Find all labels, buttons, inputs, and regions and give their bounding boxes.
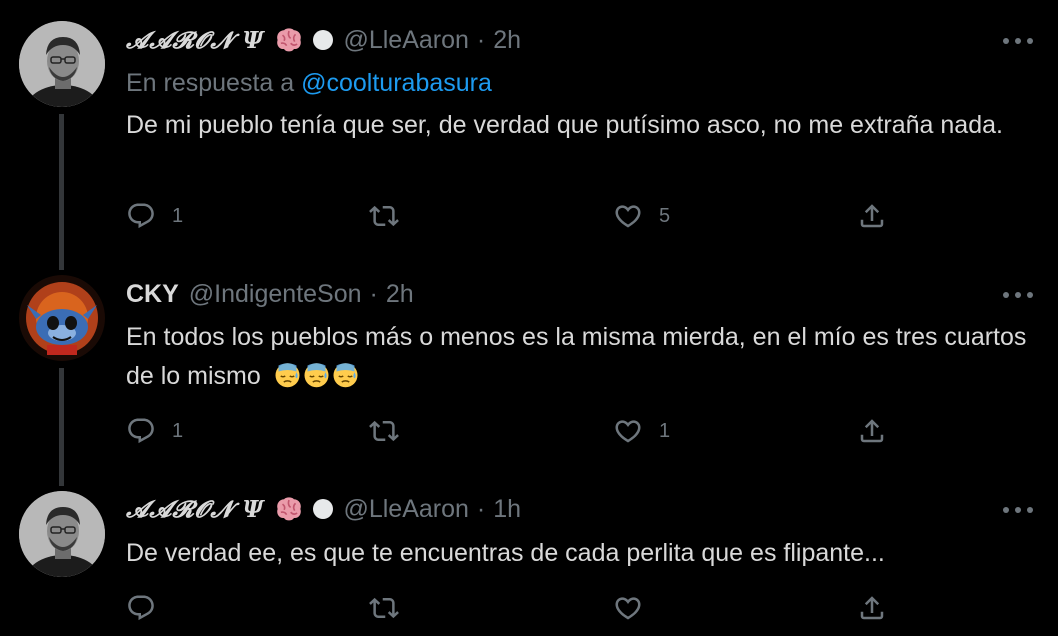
tweet-header: CKY @IndigenteSon · 2h xyxy=(126,279,414,309)
user-handle[interactable]: @LleAaron xyxy=(343,26,468,55)
white-circle-icon xyxy=(313,499,334,519)
avatar-image xyxy=(19,275,105,361)
avatar[interactable] xyxy=(19,491,105,577)
brain-emoji-icon xyxy=(274,27,304,53)
tweet-thread: 𝓐𝓐𝓡𝓞𝓝 Ψ @LleAaron · 2h En respuesta a @c… xyxy=(0,0,1058,636)
retweet-icon xyxy=(369,201,399,231)
separator-dot: · xyxy=(476,494,486,523)
reply-count: 1 xyxy=(172,204,184,227)
reply-context: En respuesta a @coolturabasura xyxy=(126,69,492,98)
retweet-button[interactable] xyxy=(369,591,415,625)
like-button[interactable]: 5 xyxy=(613,199,670,233)
avatar-image xyxy=(19,491,105,577)
downcast-sweat-face-icon xyxy=(332,361,359,388)
share-icon xyxy=(857,593,887,623)
downcast-sweat-face-icon xyxy=(303,361,330,388)
display-name[interactable]: CKY xyxy=(126,280,179,309)
user-handle[interactable]: @LleAaron xyxy=(343,495,468,524)
like-count: 5 xyxy=(659,204,671,227)
tweet-timestamp[interactable]: 1h xyxy=(493,495,521,524)
like-count: 1 xyxy=(659,419,671,442)
tweet-text: De mi pueblo tenía que ser, de verdad qu… xyxy=(126,111,1003,139)
tweet-timestamp[interactable]: 2h xyxy=(386,280,414,309)
tweet-actions: 1 5 xyxy=(126,199,926,233)
tweet-actions xyxy=(126,591,926,625)
retweet-icon xyxy=(369,416,399,446)
more-options-icon[interactable] xyxy=(1003,505,1033,515)
share-button[interactable] xyxy=(857,591,887,625)
user-handle[interactable]: @IndigenteSon xyxy=(189,280,362,309)
tweet-header: 𝓐𝓐𝓡𝓞𝓝 Ψ @LleAaron · 1h xyxy=(126,494,521,524)
avatar-image xyxy=(19,21,105,107)
tweet-actions: 1 1 xyxy=(126,414,926,448)
downcast-sweat-face-icon xyxy=(274,361,301,388)
reply-icon xyxy=(126,593,156,623)
reply-count: 1 xyxy=(172,419,184,442)
reply-mention-link[interactable]: @coolturabasura xyxy=(301,69,492,97)
tweet-text: De verdad ee, es que te encuentras de ca… xyxy=(126,539,885,567)
share-button[interactable] xyxy=(857,199,887,233)
share-icon xyxy=(857,201,887,231)
reply-icon xyxy=(126,416,156,446)
reply-icon xyxy=(126,201,156,231)
retweet-button[interactable] xyxy=(369,199,415,233)
tweet-text-content: En todos los pueblos más o menos es la m… xyxy=(126,323,1027,390)
share-icon xyxy=(857,416,887,446)
tweet-timestamp[interactable]: 2h xyxy=(493,26,521,55)
white-circle-icon xyxy=(313,30,334,50)
tweet-text: En todos los pueblos más o menos es la m… xyxy=(126,318,1036,396)
tweet[interactable]: CKY @IndigenteSon · 2h En todos los pueb… xyxy=(0,260,1058,475)
retweet-icon xyxy=(369,593,399,623)
like-icon xyxy=(613,416,643,446)
more-options-icon[interactable] xyxy=(1003,36,1033,46)
avatar[interactable] xyxy=(19,21,105,107)
display-name[interactable]: 𝓐𝓐𝓡𝓞𝓝 Ψ xyxy=(126,27,264,54)
retweet-button[interactable] xyxy=(369,414,415,448)
separator-dot: · xyxy=(369,279,378,308)
more-options-icon[interactable] xyxy=(1003,290,1033,300)
brain-emoji-icon xyxy=(274,496,304,522)
avatar[interactable] xyxy=(19,275,105,361)
share-button[interactable] xyxy=(857,414,887,448)
like-icon xyxy=(613,201,643,231)
like-button[interactable] xyxy=(613,591,659,625)
separator-dot: · xyxy=(476,25,486,54)
reply-button[interactable] xyxy=(126,591,172,625)
like-button[interactable]: 1 xyxy=(613,414,670,448)
like-icon xyxy=(613,593,643,623)
reply-button[interactable]: 1 xyxy=(126,199,183,233)
tweet-header: 𝓐𝓐𝓡𝓞𝓝 Ψ @LleAaron · 2h xyxy=(126,25,521,55)
tweet[interactable]: 𝓐𝓐𝓡𝓞𝓝 Ψ @LleAaron · 1h De verdad ee, es … xyxy=(0,475,1058,636)
display-name[interactable]: 𝓐𝓐𝓡𝓞𝓝 Ψ xyxy=(126,496,264,523)
reply-button[interactable]: 1 xyxy=(126,414,183,448)
tweet[interactable]: 𝓐𝓐𝓡𝓞𝓝 Ψ @LleAaron · 2h En respuesta a @c… xyxy=(0,0,1058,260)
reply-prefix: En respuesta a xyxy=(126,69,295,97)
